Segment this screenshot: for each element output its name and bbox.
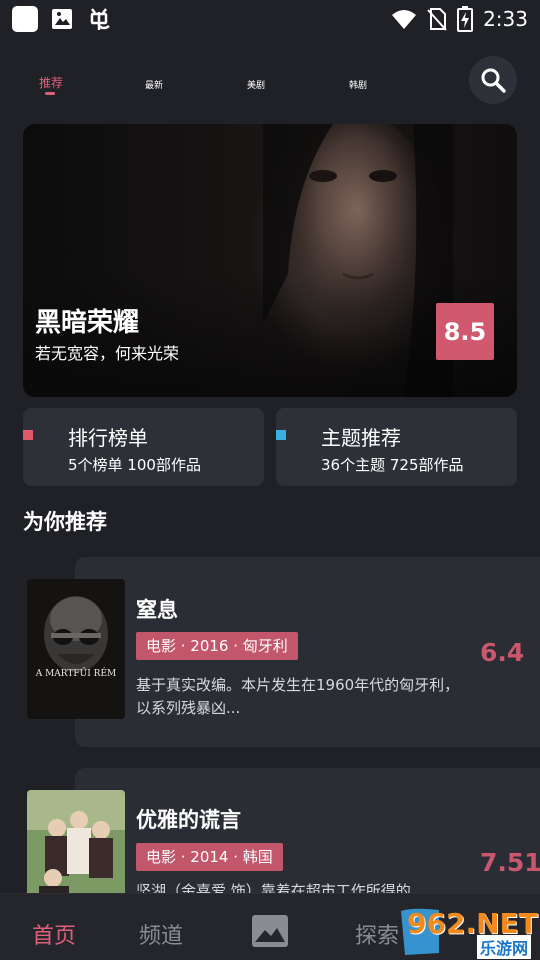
- theme-title: 主题推荐: [321, 426, 401, 450]
- item-score: 6.4: [480, 638, 525, 667]
- hero-title: 黑暗荣耀: [35, 308, 140, 338]
- nav-home[interactable]: 首页: [32, 918, 76, 950]
- nav-channel[interactable]: 频道: [139, 918, 183, 950]
- status-bar: 2:33: [0, 0, 540, 38]
- poster-image[interactable]: A MARTFŰI RÉM: [27, 579, 125, 719]
- media-icon[interactable]: [251, 914, 289, 948]
- hero-subtitle: 若无宽容，何来光荣: [35, 344, 180, 363]
- search-icon: [481, 68, 506, 93]
- tab-recommend[interactable]: 推荐: [39, 74, 63, 91]
- ranking-dot-icon: [23, 430, 33, 440]
- item-tag: 电影 · 2014 · 韩国: [136, 843, 283, 871]
- nav-explore[interactable]: 探索: [355, 918, 399, 950]
- tab-indicator: [45, 92, 55, 95]
- theme-dot-icon: [276, 430, 286, 440]
- watermark-logo: 962.NET 乐游网: [399, 905, 540, 960]
- no-sim-icon: [427, 8, 447, 31]
- app-square-icon: [12, 6, 38, 32]
- tab-korean-drama[interactable]: 韩剧: [349, 78, 367, 91]
- theme-subtitle: 36个主题 725部作品: [321, 456, 464, 474]
- ranking-card[interactable]: 排行榜单 5个榜单 100部作品: [23, 408, 264, 486]
- ranking-title: 排行榜单: [68, 426, 148, 450]
- hero-score-badge: 8.5: [436, 303, 494, 360]
- item-title: 窒息: [136, 598, 178, 622]
- gallery-icon: [52, 9, 72, 29]
- wifi-icon: [392, 10, 417, 29]
- bug-icon: [90, 8, 110, 30]
- top-nav: 推荐 最新 美剧 韩剧: [0, 56, 540, 108]
- item-description: 基于真实改编。本片发生在1960年代的匈牙利，以系列残暴凶...: [136, 676, 460, 717]
- battery-charging-icon: [457, 6, 474, 32]
- search-button[interactable]: [469, 56, 517, 104]
- tab-latest[interactable]: 最新: [145, 78, 163, 91]
- tab-us-drama[interactable]: 美剧: [247, 78, 265, 91]
- watermark-sub: 乐游网: [477, 935, 532, 959]
- hero-banner[interactable]: 黑暗荣耀 若无宽容，何来光荣 8.5: [23, 124, 517, 397]
- poster-art: [27, 579, 125, 719]
- section-title: 为你推荐: [23, 510, 107, 534]
- clock: 2:33: [483, 7, 528, 31]
- theme-card[interactable]: 主题推荐 36个主题 725部作品: [276, 408, 517, 486]
- poster-caption: A MARTFŰI RÉM: [35, 669, 117, 679]
- ranking-subtitle: 5个榜单 100部作品: [68, 456, 201, 474]
- item-tag: 电影 · 2016 · 匈牙利: [136, 632, 298, 660]
- item-title: 优雅的谎言: [136, 808, 241, 832]
- item-score: 7.51: [480, 848, 540, 877]
